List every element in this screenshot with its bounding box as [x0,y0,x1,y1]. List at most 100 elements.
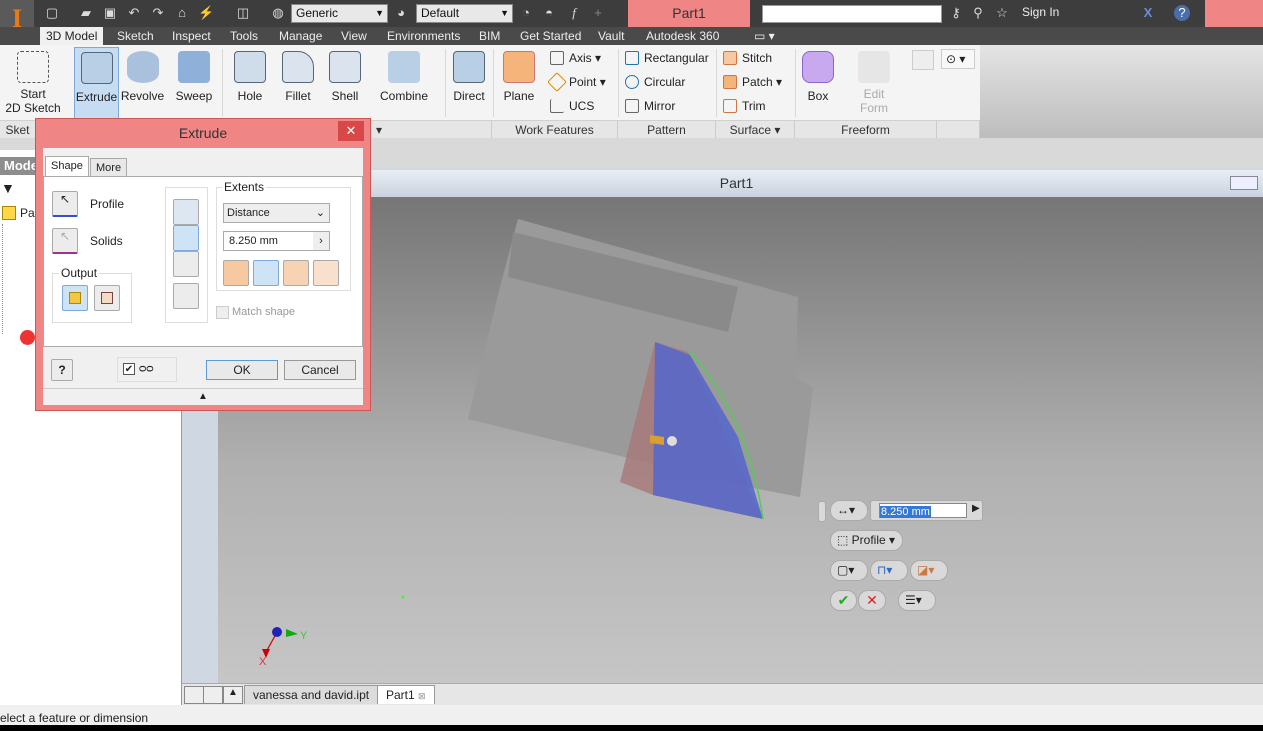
ok-button[interactable]: OK [206,360,278,380]
material-icon[interactable]: ◍ [270,5,286,21]
mini-output-button[interactable]: ▢▾ [830,560,868,581]
ucs-button[interactable]: UCS [550,96,594,116]
plus-icon[interactable]: + [590,5,606,21]
undo-icon[interactable]: ↶ [126,5,142,21]
profile-select-button[interactable]: ↖ [52,191,78,217]
edit-form-button[interactable]: Edit Form [852,47,896,119]
doc-tab-part1[interactable]: Part1 ⊠ [377,685,435,704]
drag-handle[interactable] [667,436,677,446]
key-icon[interactable]: ⚷ [948,5,964,21]
new-solid-button[interactable] [173,283,199,309]
tab-3d-model[interactable]: 3D Model [40,27,104,45]
symmetric-button[interactable] [283,260,309,286]
tile-icon[interactable] [203,686,223,704]
axis-button[interactable]: Axis ▾ [550,48,601,68]
mini-toolbar-grip[interactable] [818,501,826,522]
tab-inspect[interactable]: Inspect [166,27,217,45]
filter-icon[interactable]: ▼ [1,180,15,196]
tab-get-started[interactable]: Get Started [514,27,587,45]
tab-more[interactable]: More [90,158,128,177]
plane-button[interactable]: Plane [498,47,540,119]
tab-manage[interactable]: Manage [273,27,328,45]
save-icon[interactable]: ▣ [102,5,118,21]
distance-input[interactable]: 8.250 mm › [223,231,330,251]
direction-1-button[interactable] [223,260,249,286]
distance-input[interactable]: 8.250 mm [879,503,967,518]
extrude-button[interactable]: Extrude [74,47,119,119]
material-select[interactable]: Generic ▼ [291,4,388,23]
sign-in-button[interactable]: Sign In [1022,5,1059,19]
direction-2-button[interactable] [253,260,279,286]
tab-view[interactable]: View [335,27,373,45]
appearance-select[interactable]: Default ▼ [416,4,513,23]
intersect-button[interactable] [173,251,199,277]
clear-appearance-icon[interactable]: ◓ [541,5,557,21]
panel-surface[interactable]: Surface ▾ [716,120,795,138]
open-documents-button[interactable]: ▲ [223,686,243,704]
box-button[interactable]: Box [800,47,836,119]
solids-select-button[interactable]: ↖ [52,228,78,254]
fx-icon[interactable]: f [566,5,582,21]
extents-type-select[interactable]: Distance ⌄ [223,203,330,223]
tab-tools[interactable]: Tools [224,27,264,45]
hole-button[interactable]: Hole [230,47,270,119]
direct-button[interactable]: Direct [450,47,488,119]
output-solid-button[interactable] [62,285,88,311]
appearance-icon[interactable]: ◕ [393,5,409,21]
tab-autodesk-360[interactable]: Autodesk 360 [640,27,725,45]
output-surface-button[interactable] [94,285,120,311]
redo-icon[interactable]: ↷ [150,5,166,21]
update-icon[interactable]: ⚡ [198,5,214,21]
comm-icon[interactable]: ⚲ [970,5,986,21]
help-icon[interactable]: ? [1174,5,1190,21]
select-icon[interactable]: ◫ [235,5,251,21]
3d-viewport[interactable] [218,197,1263,683]
more-options-button[interactable]: ⊙ ▾ [941,49,975,69]
mini-operation-button[interactable]: ⊓▾ [870,560,908,581]
close-button[interactable]: ✕ [338,121,364,141]
tab-vault[interactable]: Vault [592,27,630,45]
convert-icon[interactable] [912,50,934,70]
circular-pattern-button[interactable]: Circular [625,72,685,92]
tab-environments[interactable]: Environments [381,27,466,45]
mirror-button[interactable]: Mirror [625,96,675,116]
mini-profile-button[interactable]: ⬚ Profile ▾ [830,530,903,551]
join-button[interactable] [173,199,199,225]
point-button[interactable]: Point ▾ [547,72,606,92]
rectangular-pattern-button[interactable]: Rectangular [625,48,709,68]
match-shape-checkbox[interactable] [216,306,229,319]
panel-modify[interactable]: ▾ [370,120,492,138]
search-input[interactable] [762,5,942,23]
star-icon[interactable]: ☆ [994,5,1010,21]
tab-sketch[interactable]: Sketch [111,27,160,45]
patch-button[interactable]: Patch ▾ [723,72,782,92]
cascade-icon[interactable] [184,686,204,704]
stitch-button[interactable]: Stitch [723,48,772,68]
ribbon-display-toggle[interactable]: ▭ ▾ [748,27,781,45]
adjust-appearance-icon[interactable]: ◔ [518,5,534,21]
preview-checkbox[interactable]: ✔ [123,363,135,375]
asymmetric-button[interactable] [313,260,339,286]
exchange-icon[interactable]: X [1140,5,1156,21]
revolve-button[interactable]: Revolve [120,47,165,119]
new-icon[interactable]: ▢ [44,5,60,21]
fillet-button[interactable]: Fillet [278,47,318,119]
mini-options-button[interactable]: ☰▾ [898,590,936,611]
distance-type-button[interactable]: ↔▾ [830,500,868,521]
mini-ok-button[interactable]: ✔ [830,590,857,611]
combine-button[interactable]: Combine [376,47,432,119]
home-icon[interactable]: ⌂ [174,5,190,21]
mini-direction-button[interactable]: ◪▾ [910,560,948,581]
tab-bim[interactable]: BIM [473,27,506,45]
expand-arrow-icon[interactable]: ▶ [972,503,980,514]
doc-tab-vanessa[interactable]: vanessa and david.ipt [244,685,379,704]
sweep-button[interactable]: Sweep [172,47,216,119]
minimize-button[interactable] [1230,176,1258,190]
start-sketch-button[interactable]: Start 2D Sketch [4,47,62,119]
close-tab-icon[interactable]: ⊠ [418,691,426,701]
cut-button[interactable] [173,225,199,251]
open-icon[interactable]: ▰ [78,5,94,21]
mini-cancel-button[interactable]: ✕ [858,590,886,611]
cancel-button[interactable]: Cancel [284,360,356,380]
tab-shape[interactable]: Shape [45,156,89,176]
